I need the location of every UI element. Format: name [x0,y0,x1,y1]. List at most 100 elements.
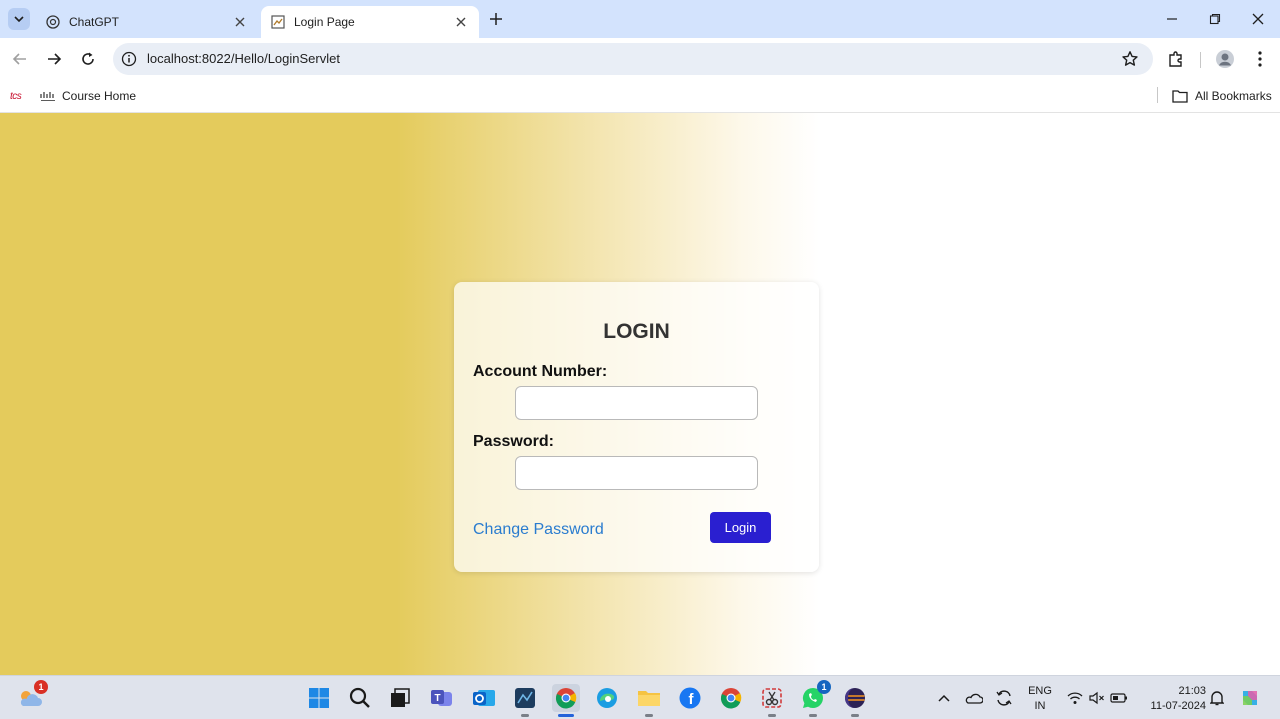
browser-toolbar: localhost:8022/Hello/LoginServlet [0,38,1280,80]
extensions-button[interactable] [1166,49,1186,69]
snipping-tool-app[interactable] [758,684,786,717]
region-code: IN [1034,700,1046,712]
page-icon [271,15,285,29]
taskbar: 1 T f 1 ENG IN 21:03 11-07-2024 [0,675,1280,719]
folder-icon [638,691,660,706]
bookmarks-divider [1157,87,1158,103]
login-card: LOGIN Account Number: Password: Change P… [454,282,819,572]
profile-button[interactable] [1215,49,1235,69]
star-icon[interactable] [1121,50,1139,68]
eclipse-app[interactable] [841,684,869,717]
whatsapp-badge: 1 [817,680,831,694]
copilot-icon [1243,691,1257,705]
windows-icon [309,688,329,708]
reload-button[interactable] [77,48,99,70]
kebab-menu-icon [1258,51,1262,67]
tcs-logo: tcs [10,90,22,102]
wifi-icon [1067,692,1083,704]
back-button[interactable] [9,48,31,70]
tab-login-page[interactable]: Login Page [261,6,479,38]
bell-icon [1210,691,1224,706]
file-explorer-app[interactable] [635,684,663,717]
sync-icon [996,690,1012,706]
change-password-link[interactable]: Change Password [473,521,604,539]
search-icon [349,687,370,708]
restore-button[interactable] [1203,8,1227,30]
onedrive-icon [965,693,983,704]
volume-muted-icon [1089,691,1104,705]
close-icon[interactable] [232,14,248,30]
running-indicator [645,714,653,717]
facebook-app[interactable]: f [676,684,704,712]
teams-app[interactable]: T [428,684,456,712]
svg-text:T: T [434,693,440,704]
chrome-app[interactable] [717,684,745,712]
chrome-app-active[interactable] [552,684,580,717]
onedrive-tray[interactable] [961,684,987,712]
start-button[interactable] [305,684,333,712]
account-number-label: Account Number: [473,363,608,380]
active-indicator [558,714,574,717]
url-text: localhost:8022/Hello/LoginServlet [147,51,340,66]
all-bookmarks-button[interactable]: All Bookmarks [1172,87,1272,105]
running-indicator [521,714,529,717]
battery-icon [1110,693,1127,703]
weather-badge: 1 [34,680,48,694]
password-input[interactable] [515,456,758,490]
chatgpt-icon [46,15,60,29]
bookmark-tcs[interactable]: tcs [10,87,22,105]
close-window-button[interactable] [1246,8,1270,30]
close-icon[interactable] [453,14,469,30]
plus-icon [490,13,502,25]
address-bar[interactable]: localhost:8022/Hello/LoginServlet [113,43,1153,75]
teams-icon: T [431,690,452,706]
tab-strip: ChatGPT Login Page [0,0,1280,38]
weather-widget[interactable]: 1 [16,680,48,712]
outlook-app[interactable] [470,684,498,712]
bookmark-label: Course Home [62,89,137,103]
all-bookmarks-label: All Bookmarks [1195,89,1272,103]
clock-time: 21:03 [1178,685,1206,697]
bookmark-course-home[interactable]: Course Home [40,87,136,105]
toolbar-divider [1200,52,1201,68]
tab-chatgpt[interactable]: ChatGPT [36,6,258,38]
clock-date: 11-07-2024 [1150,700,1206,712]
password-label: Password: [473,433,554,450]
clock[interactable]: 21:03 11-07-2024 [1140,684,1206,714]
running-indicator [809,714,817,717]
outlook-icon [473,690,495,706]
tab-title: ChatGPT [69,15,120,29]
menu-button[interactable] [1250,49,1270,69]
language-indicator[interactable]: ENG IN [1024,684,1056,714]
page-content: LOGIN Account Number: Password: Change P… [0,113,1280,675]
chevron-down-icon [14,16,24,23]
arrow-right-icon [48,53,62,65]
chrome-icon [555,688,577,709]
task-view-button[interactable] [386,684,414,712]
copilot-button[interactable] [1237,684,1263,712]
edge-icon [597,688,617,708]
facebook-icon: f [679,687,701,709]
restore-icon [1209,13,1221,25]
tab-search-button[interactable] [8,8,30,30]
notifications-button[interactable] [1205,684,1229,712]
info-icon[interactable] [121,51,137,67]
whatsapp-app[interactable]: 1 [799,680,831,717]
sync-tray[interactable] [991,684,1017,712]
database-app-icon [515,688,535,708]
account-number-input[interactable] [515,386,758,420]
search-button[interactable] [346,684,374,712]
scissors-icon [762,688,782,708]
edge-app[interactable] [593,684,621,712]
show-hidden-icons-button[interactable] [930,684,958,712]
tab-title: Login Page [294,15,355,29]
forward-button[interactable] [43,48,65,70]
folder-icon [1172,90,1188,103]
mysql-workbench-app[interactable] [511,684,539,717]
login-title: LOGIN [603,320,670,343]
battery-tray[interactable] [1106,684,1132,712]
running-indicator [768,714,776,717]
login-button[interactable]: Login [710,512,771,543]
minimize-button[interactable] [1160,8,1184,30]
new-tab-button[interactable] [486,9,506,29]
